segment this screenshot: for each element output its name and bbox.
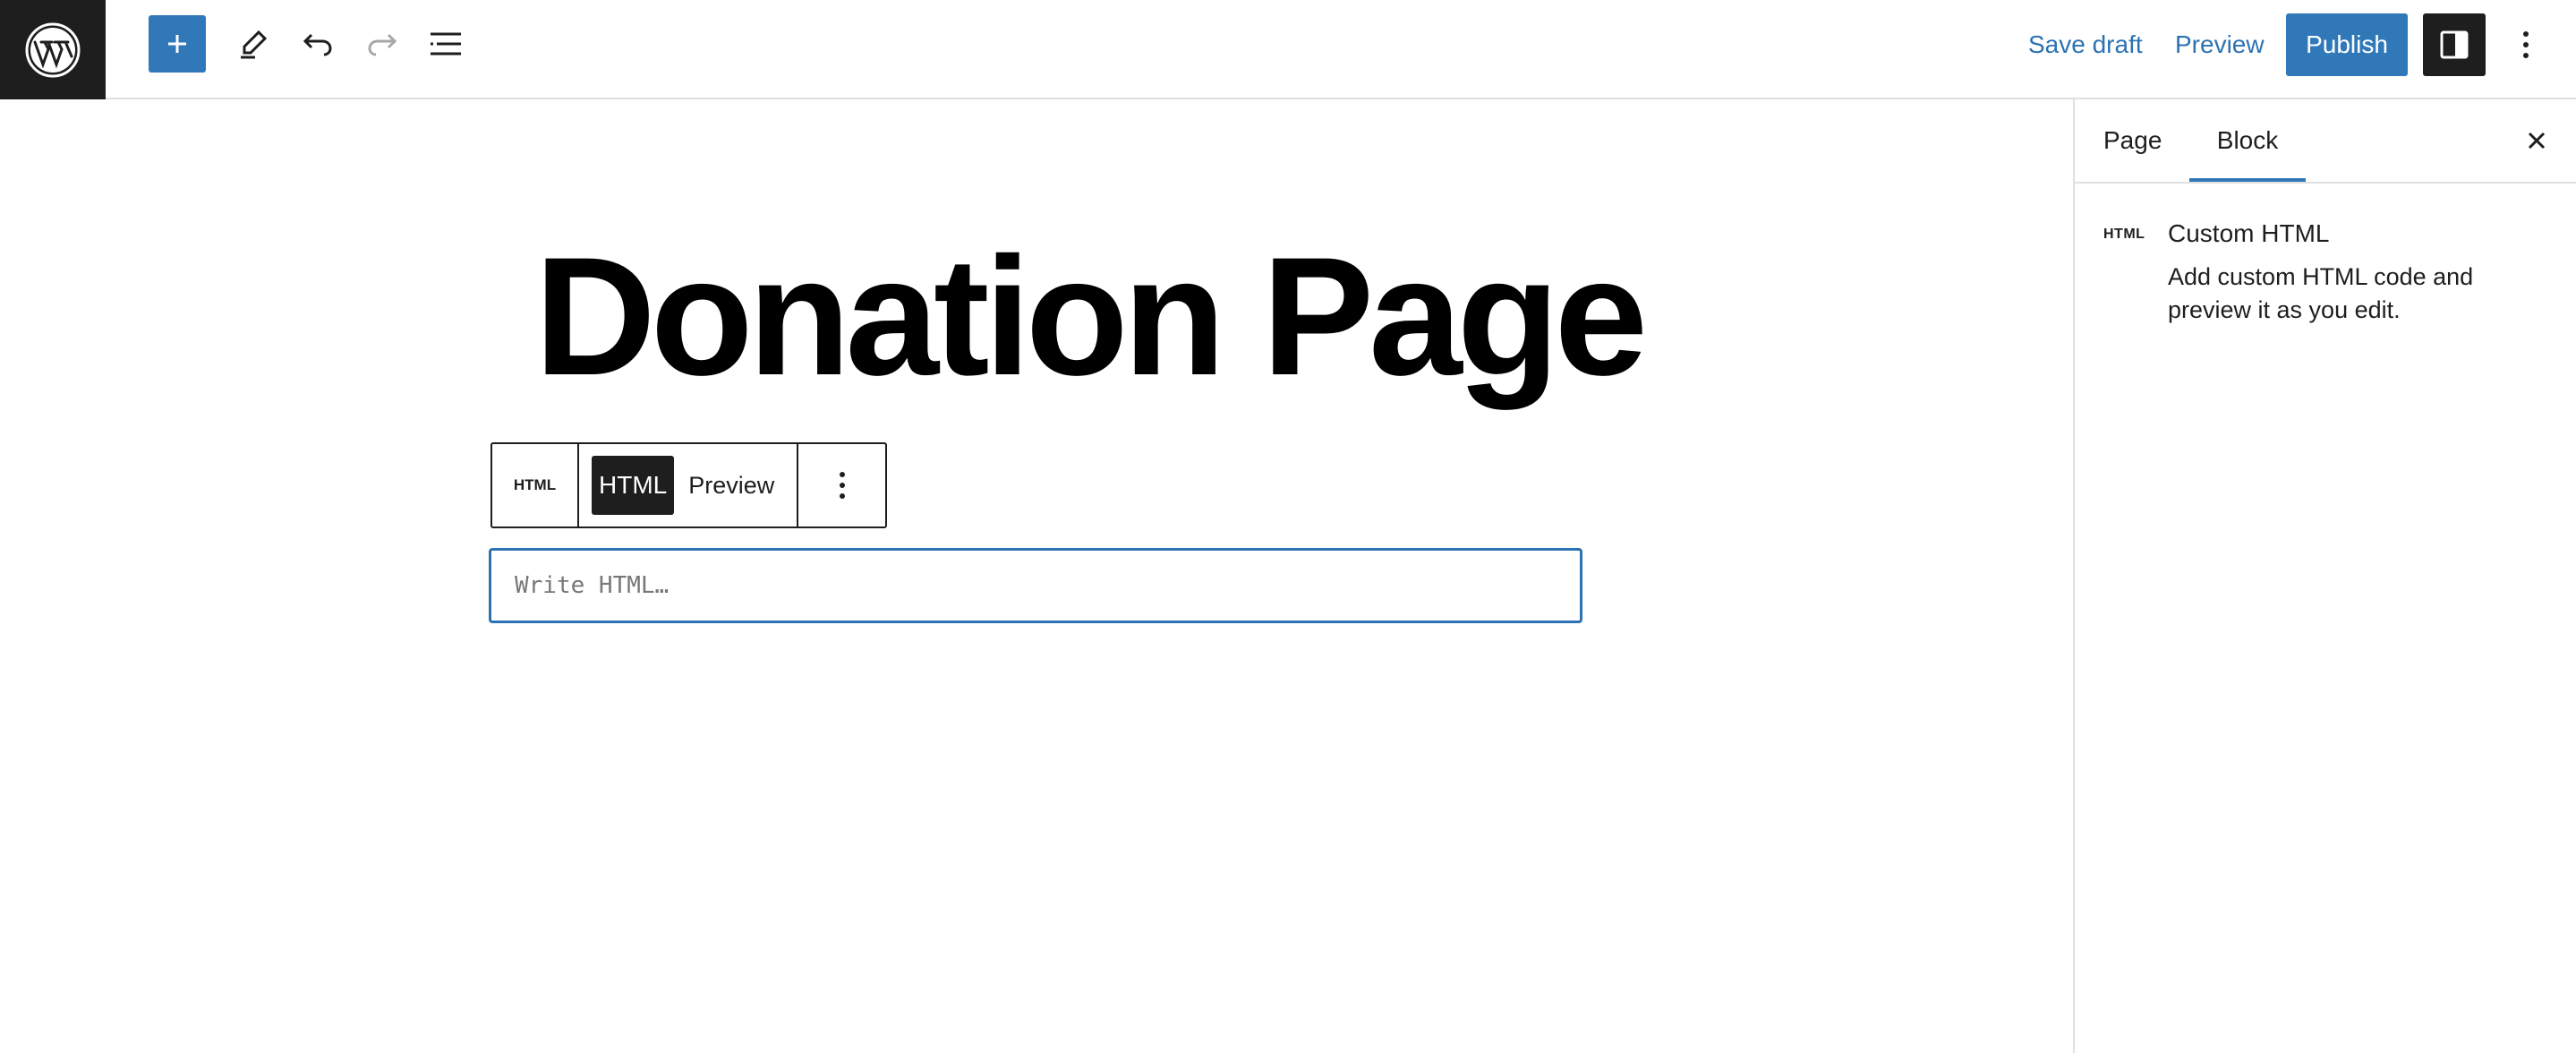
editor-canvas: Donation Page HTML HTML Preview [0, 99, 2073, 1053]
redo-button[interactable] [354, 15, 411, 73]
pencil-icon [241, 30, 268, 59]
plus-icon [168, 35, 186, 53]
block-card-description: Add custom HTML code and preview it as y… [2168, 263, 2474, 323]
sidebar-tabs: Page Block [2075, 99, 2576, 184]
tab-block[interactable]: Block [2189, 99, 2306, 182]
close-icon [2528, 132, 2546, 150]
block-type-switcher[interactable]: HTML [492, 444, 579, 526]
preview-button[interactable]: Preview [2175, 20, 2265, 70]
html-block-icon: HTML [2103, 227, 2145, 242]
editor-header: Save draft Preview Publish [0, 0, 2576, 99]
vertical-ellipsis-icon [2523, 31, 2529, 58]
options-menu-button[interactable] [2497, 13, 2555, 76]
vertical-ellipsis-icon [839, 472, 845, 499]
publish-button[interactable]: Publish [2286, 13, 2408, 76]
list-view-button[interactable] [417, 15, 474, 73]
save-draft-button[interactable]: Save draft [2028, 20, 2143, 70]
tools-button[interactable] [225, 15, 282, 73]
preview-mode-button[interactable]: Preview [688, 472, 774, 500]
block-options-button[interactable] [798, 444, 885, 526]
block-mode-group: HTML Preview [579, 444, 798, 526]
html-code-input[interactable] [489, 548, 1582, 623]
settings-sidebar: Page Block HTML Custom HTML Add custom H… [2073, 99, 2576, 1053]
undo-button[interactable] [289, 15, 346, 73]
tab-page[interactable]: Page [2103, 99, 2162, 182]
block-toolbar: HTML HTML Preview [490, 442, 887, 528]
undo-icon [303, 33, 332, 56]
list-view-icon [431, 32, 461, 56]
settings-toggle-button[interactable] [2423, 13, 2486, 76]
page-title[interactable]: Donation Page [534, 232, 1648, 400]
close-sidebar-button[interactable] [2512, 116, 2562, 166]
html-mode-button[interactable]: HTML [592, 456, 675, 515]
block-inserter-button[interactable] [149, 15, 206, 73]
wordpress-logo-icon[interactable] [0, 0, 106, 99]
redo-icon [368, 33, 397, 56]
block-card-title: Custom HTML [2168, 219, 2330, 247]
sidebar-toggle-icon [2440, 30, 2469, 59]
